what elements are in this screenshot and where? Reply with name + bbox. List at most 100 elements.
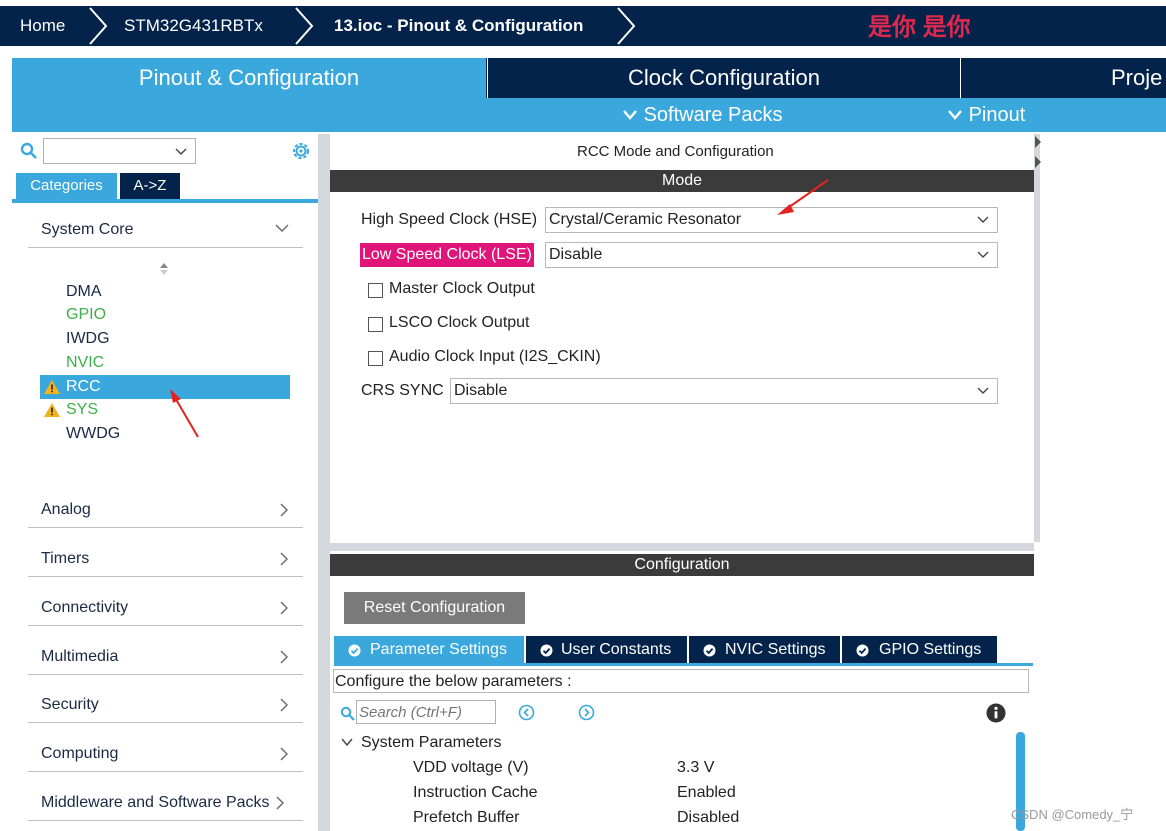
peripheral-nvic[interactable]: NVIC (66, 354, 104, 372)
chevron-right-icon (280, 503, 288, 517)
mode-section-header: Mode (330, 170, 1034, 192)
collapse-handle-icon[interactable] (1034, 136, 1042, 170)
lse-select[interactable]: Disable (545, 242, 998, 268)
tab-clock-configuration[interactable]: Clock Configuration (487, 58, 960, 98)
category-multimedia[interactable]: Multimedia (28, 638, 303, 675)
category-system-core[interactable]: System Core (28, 211, 303, 248)
tab-project-manager[interactable]: Proje (960, 58, 1166, 98)
audio-clock-input-checkbox[interactable] (368, 351, 383, 366)
chevron-right-icon (89, 7, 108, 45)
category-label: Middleware and Software Packs (41, 794, 270, 811)
watermark: CSDN @Comedy_宁 (1011, 807, 1134, 822)
parameter-search-input[interactable] (356, 700, 496, 724)
pinout-label: Pinout (968, 104, 1026, 126)
chevron-down-icon (977, 387, 989, 394)
lse-select-value: Disable (549, 246, 603, 263)
chevron-right-icon (276, 796, 284, 810)
gear-icon[interactable] (290, 140, 312, 162)
master-clock-output-label: Master Clock Output (389, 280, 535, 297)
category-computing[interactable]: Computing (28, 735, 303, 772)
param-name: Instruction Cache (413, 784, 538, 801)
tab-categories[interactable]: Categories (16, 173, 117, 199)
check-circle-icon (348, 644, 361, 657)
tab-a-z[interactable]: A->Z (120, 173, 180, 199)
tab-nvic-settings[interactable]: NVIC Settings (689, 636, 840, 664)
lsco-clock-output-label: LSCO Clock Output (389, 314, 530, 331)
category-label: System Core (41, 221, 134, 238)
system-parameters-group[interactable]: System Parameters (361, 734, 501, 752)
configuration-section-header: Configuration (330, 554, 1034, 576)
tab-pinout-configuration[interactable]: Pinout & Configuration (12, 58, 486, 98)
overlay-annotation-text: 是你 是你 (868, 14, 971, 41)
breadcrumb-home[interactable]: Home (20, 6, 65, 46)
rcc-panel (330, 134, 1034, 831)
panel-divider[interactable] (318, 134, 330, 831)
chevron-down-icon (175, 148, 187, 155)
warning-icon (44, 403, 60, 417)
search-icon (20, 142, 37, 159)
pinout-menu[interactable]: Pinout (947, 98, 1025, 132)
lse-label: Low Speed Clock (LSE) (360, 243, 534, 267)
breadcrumb-file[interactable]: 13.ioc - Pinout & Configuration (334, 6, 583, 46)
param-name: VDD voltage (V) (413, 759, 529, 776)
chevron-right-icon (280, 552, 288, 566)
peripheral-label: DMA (66, 283, 102, 300)
next-icon[interactable] (578, 704, 595, 721)
chevron-down-icon (977, 216, 989, 223)
category-middleware[interactable]: Middleware and Software Packs (28, 784, 303, 821)
category-label: Analog (41, 501, 91, 518)
peripheral-label: GPIO (66, 306, 107, 323)
category-connectivity[interactable]: Connectivity (28, 589, 303, 626)
previous-icon[interactable] (518, 704, 535, 721)
check-circle-icon (703, 644, 716, 657)
info-icon[interactable] (986, 703, 1006, 723)
chevron-down-icon (977, 251, 989, 258)
breadcrumb-device[interactable]: STM32G431RBTx (124, 6, 263, 46)
tab-user-constants[interactable]: User Constants (526, 636, 687, 664)
peripheral-wwdg[interactable]: WWDG (66, 425, 120, 443)
crs-sync-label: CRS SYNC (361, 382, 444, 399)
tab-label: User Constants (561, 641, 672, 658)
tab-underline (12, 199, 318, 203)
chevron-right-icon (280, 650, 288, 664)
peripheral-gpio[interactable]: GPIO (66, 306, 106, 324)
param-value[interactable]: 3.3 V (677, 759, 714, 777)
check-circle-icon (540, 644, 553, 657)
param-value[interactable]: Enabled (677, 784, 736, 802)
warning-icon (44, 380, 60, 394)
peripheral-iwdg[interactable]: IWDG (66, 330, 110, 348)
tab-parameter-settings[interactable]: Parameter Settings (334, 636, 524, 664)
hse-select-value: Crystal/Ceramic Resonator (549, 211, 742, 228)
chevron-right-icon (295, 7, 314, 45)
software-packs-label: Software Packs (643, 104, 783, 126)
hse-select[interactable]: Crystal/Ceramic Resonator (545, 207, 998, 233)
category-label: Multimedia (41, 648, 119, 665)
section-splitter[interactable] (330, 543, 1034, 551)
category-timers[interactable]: Timers (28, 540, 303, 577)
tab-label: NVIC Settings (725, 641, 826, 658)
lsco-clock-output-checkbox[interactable] (368, 317, 383, 332)
category-security[interactable]: Security (28, 686, 303, 723)
chevron-right-icon (280, 747, 288, 761)
peripheral-rcc[interactable]: RCC (66, 378, 101, 396)
peripheral-label: SYS (66, 401, 99, 418)
tab-gpio-settings[interactable]: GPIO Settings (842, 636, 997, 664)
configure-hint-box: Configure the below parameters : (333, 669, 1029, 693)
panel-scroll-edge (1034, 134, 1040, 542)
tab-label: GPIO Settings (879, 641, 982, 658)
software-packs-menu[interactable]: Software Packs (622, 98, 783, 132)
category-search-input[interactable] (43, 138, 196, 164)
peripheral-sys[interactable]: SYS (66, 401, 98, 419)
chevron-down-icon[interactable] (341, 738, 353, 747)
sort-icon[interactable] (158, 262, 170, 276)
param-value[interactable]: Disabled (677, 809, 739, 827)
chevron-right-icon (617, 7, 636, 45)
param-name: Prefetch Buffer (413, 809, 520, 826)
crs-sync-select-value: Disable (454, 382, 508, 399)
master-clock-output-checkbox[interactable] (368, 283, 383, 298)
peripheral-dma[interactable]: DMA (66, 283, 102, 301)
crs-sync-select[interactable]: Disable (450, 378, 998, 404)
reset-configuration-button[interactable]: Reset Configuration (344, 592, 525, 624)
config-tab-underline (334, 663, 1033, 666)
category-analog[interactable]: Analog (28, 491, 303, 528)
